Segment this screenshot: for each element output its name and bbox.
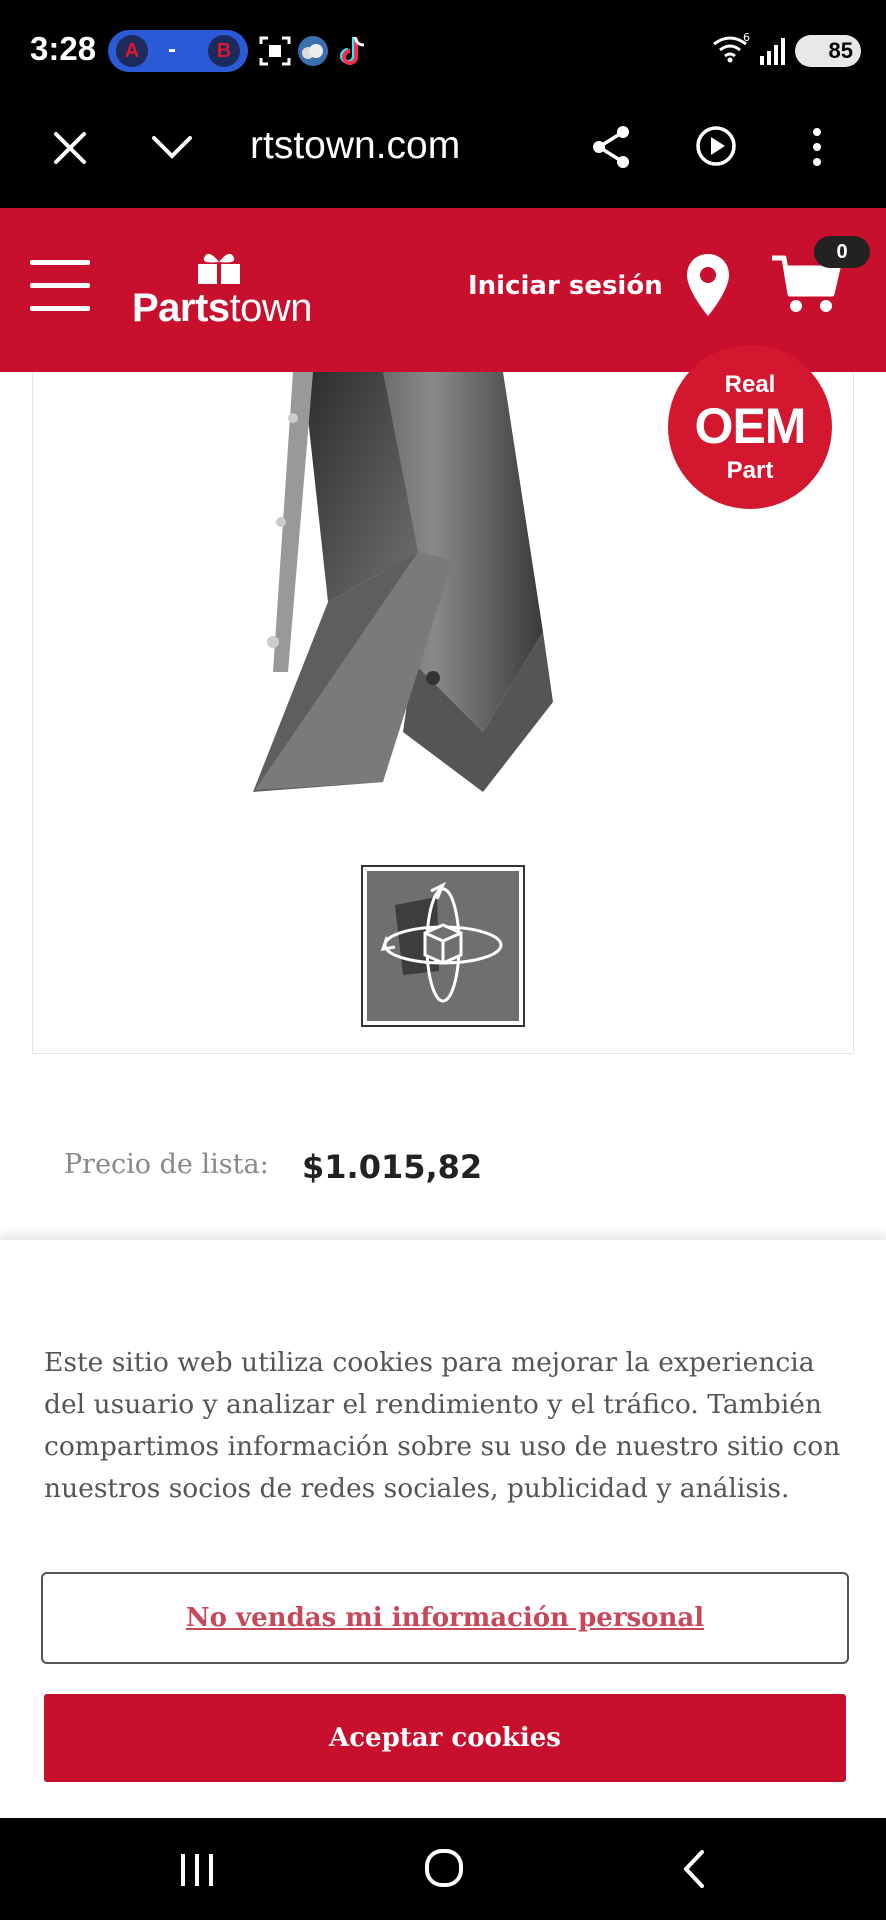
close-icon[interactable] [50,128,90,168]
accept-cookies-button[interactable]: Aceptar cookies [44,1694,846,1782]
team-redsox-icon: B [208,35,240,67]
oem-badge-top: Real [724,371,776,398]
oem-badge-main: OEM [694,398,807,454]
cookie-message: Este sitio web utiliza cookies para mejo… [44,1347,841,1504]
system-nav-bar [0,1818,886,1920]
score-separator: - [168,36,176,63]
svg-text:6: 6 [743,32,750,44]
weather-icon [298,36,328,66]
browser-toolbar: rtstown.com [0,100,886,208]
oem-badge: Real OEM Part [668,345,832,509]
location-pin-icon[interactable] [684,252,732,318]
live-score-pill[interactable]: A - B [108,30,248,72]
home-icon[interactable] [424,1848,464,1888]
url-text[interactable]: rtstown.com [250,124,460,168]
team-angels-icon: A [116,35,148,67]
more-options-icon[interactable] [808,124,826,170]
chevron-down-icon[interactable] [150,132,194,162]
battery-indicator: 85 [795,35,861,67]
signal-icon [760,38,785,65]
recent-apps-icon[interactable] [178,1852,216,1888]
wifi-icon: 6 [713,32,750,63]
battery-level: 85 [828,38,853,63]
logo-parts: Parts [132,286,230,330]
cart-count-badge: 0 [814,236,870,268]
status-bar: 3:28 A - B 6 85 [0,0,886,100]
menu-icon[interactable] [30,260,90,312]
cookie-banner: Este sitio web utiliza cookies para mejo… [0,1240,886,1818]
screen: 3:28 A - B 6 85 rtstown.com Partstown In… [0,0,886,1920]
tiktok-icon [340,36,365,65]
rotate-360-icon [380,881,503,1003]
list-price-label: Precio de lista: [64,1149,269,1180]
partstown-logo[interactable]: Partstown [132,286,313,331]
partstown-logo-icon [198,253,240,284]
do-not-sell-button[interactable]: No vendas mi información personal [41,1572,849,1664]
logo-town: town [229,286,313,330]
share-icon[interactable] [590,124,632,170]
play-icon[interactable] [694,124,738,168]
sign-in-link[interactable]: Iniciar sesión [468,271,663,301]
back-icon[interactable] [680,1848,708,1890]
oem-badge-bottom: Part [726,457,774,484]
thumbnail-360-view[interactable] [361,865,525,1027]
screenshot-icon [259,36,291,66]
thumbnail-image [367,871,519,1021]
status-time: 3:28 [30,30,97,67]
list-price-value: $1.015,82 [302,1148,483,1186]
